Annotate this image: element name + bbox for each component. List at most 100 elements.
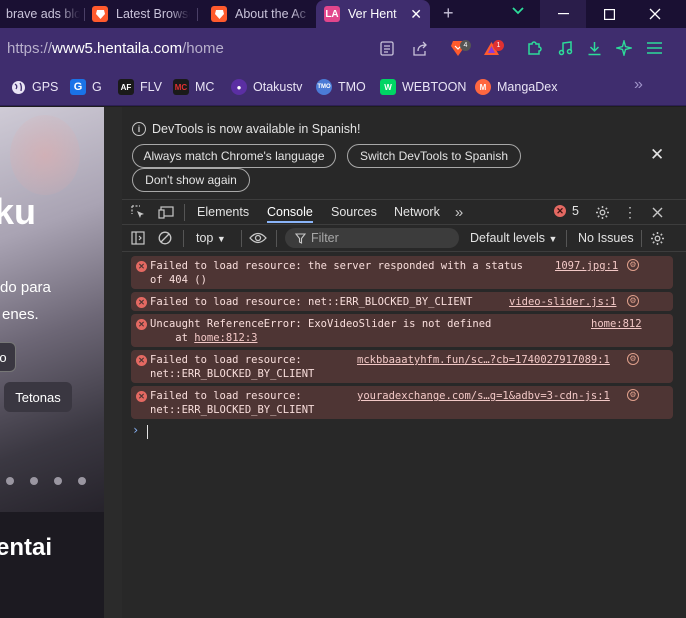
tab-latest-browser[interactable]: Latest Browse	[88, 0, 190, 28]
switch-to-spanish-button[interactable]: Switch DevTools to Spanish	[347, 144, 521, 168]
error-source-link[interactable]: mckbbaaatyhfm.fun/sc…?cb=1740027917089:1	[357, 353, 610, 367]
tab-elements[interactable]: Elements	[197, 205, 249, 219]
url-path: /home	[182, 39, 224, 57]
new-tab-button[interactable]: +	[443, 3, 454, 24]
tab-ver-hentai-active[interactable]: LA Ver Hent ✕	[316, 0, 430, 28]
error-text: Failed to load resource:	[150, 354, 302, 366]
ai-insight-icon[interactable]: ⚙	[627, 389, 639, 401]
carousel-dot[interactable]	[6, 477, 14, 485]
error-text-cont: net::ERR_BLOCKED_BY_CLIENT	[150, 404, 315, 416]
url-field[interactable]: https://www5.hentaila.com/home	[0, 33, 520, 63]
error-source-link[interactable]: 1097.jpg:1	[555, 259, 618, 273]
error-text: Failed to load resource:	[150, 390, 302, 402]
error-source-link[interactable]: video-slider.js:1	[509, 295, 616, 309]
more-tabs-chevron-icon[interactable]: »	[452, 204, 466, 221]
console-error-message[interactable]: ✕ Failed to load resource: net::ERR_BLOC…	[131, 386, 673, 419]
close-notice-icon[interactable]: ✕	[650, 145, 664, 165]
minimize-button[interactable]	[540, 0, 586, 28]
tab-about-the-ac[interactable]: About the Ac	[207, 0, 312, 28]
leo-ai-icon[interactable]	[615, 39, 633, 57]
error-icon: ✕	[136, 319, 147, 330]
bookmark-label: WEBTOON	[402, 80, 467, 94]
webtoon-icon: W	[380, 79, 396, 95]
tab-title: Ver Hent	[348, 7, 397, 21]
ai-insight-icon[interactable]: ⚙	[627, 259, 639, 271]
more-options-icon[interactable]: ⋮	[623, 204, 637, 220]
console-settings-gear-icon[interactable]	[649, 230, 665, 246]
error-counter[interactable]: ✕ 5	[554, 204, 579, 218]
tab-brave-ads[interactable]: brave ads blo	[0, 0, 80, 28]
bookmark-label: TMO	[338, 80, 366, 94]
console-error-message[interactable]: ✕ Failed to load resource: net::ERR_BLOC…	[131, 350, 673, 383]
devtools-divider[interactable]	[104, 107, 122, 618]
carousel-dots[interactable]	[6, 477, 86, 485]
console-filter-input[interactable]: Filter	[285, 228, 459, 248]
console-error-message[interactable]: ✕ Failed to load resource: the server re…	[131, 256, 673, 289]
settings-gear-icon[interactable]	[594, 204, 610, 220]
devtools-panel: i DevTools is now available in Spanish! …	[122, 107, 686, 618]
bookmark-label: GPS	[32, 80, 59, 94]
hero-watch-button[interactable]: o	[0, 342, 16, 372]
shields-badge: 4	[460, 40, 471, 51]
issues-button[interactable]: No Issues	[578, 231, 634, 245]
bookmark-webtoon[interactable]: W WEBTOON	[380, 78, 466, 96]
error-text-cont: net::ERR_BLOCKED_BY_CLIENT	[150, 368, 315, 380]
ai-insight-icon[interactable]: ⚙	[627, 353, 639, 365]
bookmark-flv[interactable]: AF FLV	[118, 78, 162, 96]
maximize-button[interactable]	[586, 0, 632, 28]
bookmark-mc[interactable]: MC MC	[173, 78, 214, 96]
log-levels-dropdown[interactable]: Default levels ▼	[470, 231, 557, 245]
stack-trace-link[interactable]: home:812:3	[194, 332, 257, 344]
bookmark-mangadex[interactable]: M MangaDex	[475, 78, 557, 96]
extensions-puzzle-icon[interactable]	[525, 39, 543, 57]
tab-close-icon[interactable]: ✕	[410, 6, 422, 23]
sidebar-toggle-icon[interactable]	[130, 230, 146, 246]
bookmark-tmo[interactable]: TMO TMO	[316, 78, 366, 96]
address-toolbar: https://www5.hentaila.com/home 4 1	[0, 28, 686, 68]
browser-window: brave ads blo Latest Browse About the Ac…	[0, 0, 686, 618]
always-match-language-button[interactable]: Always match Chrome's language	[132, 144, 336, 168]
ai-insight-icon[interactable]: ⚙	[627, 295, 639, 307]
inspect-element-icon[interactable]	[130, 204, 146, 220]
tab-separator	[197, 8, 198, 21]
live-expression-eye-icon[interactable]	[248, 230, 268, 246]
bookmark-g[interactable]: G G	[70, 78, 102, 96]
bookmark-gps[interactable]: GPS	[10, 78, 58, 96]
console-toolbar: top ▼ Filter Default levels ▼ No Issues	[122, 225, 686, 252]
tab-network[interactable]: Network	[394, 205, 440, 219]
hero-description-line: enes.	[2, 306, 39, 323]
error-icon: ✕	[136, 261, 147, 272]
console-error-message[interactable]: ✕ Uncaught ReferenceError: ExoVideoSlide…	[131, 314, 673, 347]
info-icon: i	[132, 122, 146, 136]
error-source-link[interactable]: home:812	[591, 317, 642, 331]
carousel-dot[interactable]	[54, 477, 62, 485]
bookmark-otakustv[interactable]: ● Otakustv	[231, 78, 302, 96]
carousel-dot[interactable]	[78, 477, 86, 485]
close-devtools-icon[interactable]	[649, 204, 665, 220]
bookmarks-bar: GPS G G AF FLV MC MC ● Otakustv TMO TMO …	[0, 68, 686, 106]
tab-sources[interactable]: Sources	[331, 205, 377, 219]
tab-separator	[84, 8, 85, 21]
media-music-icon[interactable]	[556, 39, 574, 57]
console-input[interactable]	[147, 425, 148, 439]
error-icon: ✕	[136, 391, 147, 402]
download-icon[interactable]	[585, 39, 603, 57]
close-window-button[interactable]	[632, 0, 678, 28]
dont-show-again-button[interactable]: Don't show again	[132, 168, 250, 192]
globe-icon	[10, 79, 26, 95]
tab-console[interactable]: Console	[267, 205, 313, 223]
menu-hamburger-icon[interactable]	[645, 39, 663, 57]
device-toolbar-icon[interactable]	[158, 204, 174, 220]
clear-console-icon[interactable]	[157, 230, 173, 246]
bookmarks-overflow-icon[interactable]: »	[634, 76, 643, 94]
reader-mode-icon[interactable]	[378, 39, 396, 57]
error-source-link[interactable]: youradexchange.com/s…g=1&adbv=3-cdn-js:1	[357, 389, 610, 403]
tab-search-chevron-icon[interactable]	[512, 4, 524, 18]
context-selector[interactable]: top ▼	[196, 231, 226, 245]
console-error-message[interactable]: ✕ Failed to load resource: net::ERR_BLOC…	[131, 292, 673, 311]
share-icon[interactable]	[411, 39, 429, 57]
tag-tetonas-button[interactable]: Tetonas	[4, 382, 72, 412]
otakustv-icon: ●	[231, 79, 247, 95]
carousel-dot[interactable]	[30, 477, 38, 485]
error-icon: ✕	[136, 297, 147, 308]
